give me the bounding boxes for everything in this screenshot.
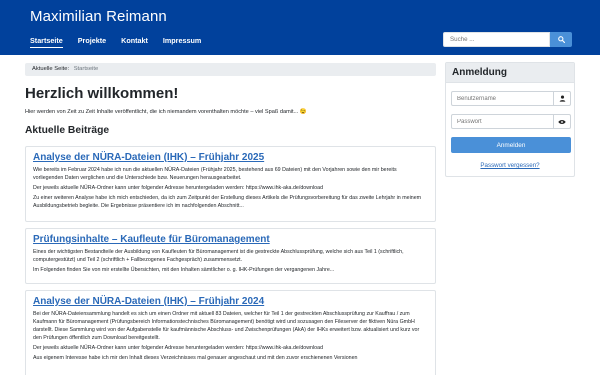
breadcrumb: Aktuelle Seite: Startseite bbox=[25, 63, 436, 76]
nav-item-startseite[interactable]: Startseite bbox=[30, 36, 63, 48]
password-field-group bbox=[451, 114, 571, 129]
page-title: Herzlich willkommen! bbox=[25, 85, 179, 102]
article-card: Analyse der NÜRA-Dateien (IHK) – Frühjah… bbox=[25, 290, 436, 375]
article-card: Analyse der NÜRA-Dateien (IHK) – Frühjah… bbox=[25, 146, 436, 222]
user-icon bbox=[554, 91, 571, 106]
article-paragraph: Der jeweils aktuelle NÜRA-Ordner kann un… bbox=[33, 345, 324, 351]
breadcrumb-label: Aktuelle Seite: bbox=[32, 66, 70, 72]
article-title-link[interactable]: Analyse der NÜRA-Dateien (IHK) – Frühjah… bbox=[33, 152, 428, 163]
username-input[interactable] bbox=[451, 91, 554, 106]
search-form bbox=[443, 32, 572, 47]
search-button[interactable] bbox=[550, 32, 572, 47]
article-paragraph: Der jeweils aktuelle NÜRA-Ordner kann un… bbox=[33, 185, 324, 191]
article-paragraph: Zu einer weiteren Analyse habe ich mich … bbox=[33, 195, 422, 209]
article-paragraph: Aus eigenem Interesse habe ich mir den I… bbox=[33, 355, 358, 361]
username-field-group bbox=[451, 91, 571, 106]
site-header: Maximilian Reimann Startseite Projekte K… bbox=[0, 0, 600, 55]
article-paragraph: Eines der wichtigsten Bestandteile der A… bbox=[33, 249, 404, 263]
login-panel: Anmeldung Anmelden Passwort vergessen? bbox=[445, 62, 575, 177]
login-button[interactable]: Anmelden bbox=[451, 137, 571, 153]
password-input[interactable] bbox=[451, 114, 554, 129]
section-title: Aktuelle Beiträge bbox=[25, 125, 110, 136]
article-paragraph: Wie bereits im Februar 2024 habe ich nun… bbox=[33, 167, 397, 181]
intro-text: Hier werden von Zeit zu Zeit Inhalte ver… bbox=[25, 109, 307, 115]
article-paragraph: Im Folgenden finden Sie von mir erstellt… bbox=[33, 267, 335, 273]
nav-item-projekte[interactable]: Projekte bbox=[78, 36, 106, 48]
article-paragraph: Bei der NÜRA-Dateiensammlung handelt es … bbox=[33, 311, 420, 341]
site-title[interactable]: Maximilian Reimann bbox=[30, 8, 167, 25]
article-title-link[interactable]: Prüfungsinhalte – Kaufleute für Büromana… bbox=[33, 234, 428, 245]
article-card: Prüfungsinhalte – Kaufleute für Büromana… bbox=[25, 228, 436, 284]
search-icon bbox=[557, 36, 565, 43]
forgot-password-link[interactable]: Passwort vergessen? bbox=[446, 162, 574, 169]
article-title-link[interactable]: Analyse der NÜRA-Dateien (IHK) – Frühjah… bbox=[33, 296, 428, 307]
breadcrumb-current: Startseite bbox=[73, 66, 99, 72]
nav-item-impressum[interactable]: Impressum bbox=[163, 36, 201, 48]
nav-item-kontakt[interactable]: Kontakt bbox=[121, 36, 148, 48]
eye-icon[interactable] bbox=[554, 114, 571, 129]
login-title: Anmeldung bbox=[446, 63, 574, 83]
main-nav: Startseite Projekte Kontakt Impressum bbox=[30, 36, 201, 48]
search-input[interactable] bbox=[443, 32, 550, 47]
